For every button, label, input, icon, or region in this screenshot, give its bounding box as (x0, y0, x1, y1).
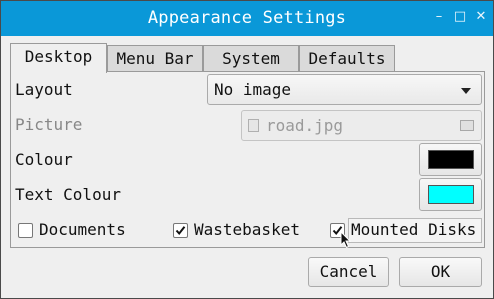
text-colour-label: Text Colour (15, 185, 121, 204)
cancel-button[interactable]: Cancel (308, 257, 389, 287)
colour-label: Colour (15, 150, 73, 169)
documents-label[interactable]: Documents (39, 220, 126, 239)
title-bar[interactable]: Appearance Settings – □ ✕ (1, 1, 493, 36)
mouse-cursor-icon (340, 231, 352, 249)
colour-picker-button[interactable] (419, 143, 482, 176)
folder-icon (460, 120, 474, 131)
tab-menu-bar[interactable]: Menu Bar (107, 45, 203, 72)
wastebasket-checkbox[interactable] (173, 223, 188, 238)
chevron-down-icon (461, 88, 471, 94)
tab-desktop[interactable]: Desktop (10, 43, 107, 73)
checkmark-icon (175, 226, 186, 236)
mounted-disks-label[interactable]: Mounted Disks (351, 220, 476, 239)
ok-button[interactable]: OK (399, 257, 482, 287)
maximize-icon[interactable]: □ (450, 7, 470, 27)
picture-file-chooser[interactable]: road.jpg (241, 110, 482, 141)
colour-swatch (428, 150, 474, 169)
close-icon[interactable]: ✕ (471, 7, 491, 27)
text-colour-swatch (428, 185, 474, 204)
wastebasket-label[interactable]: Wastebasket (194, 220, 300, 239)
documents-checkbox[interactable] (18, 223, 33, 238)
appearance-settings-window: Appearance Settings – □ ✕ Desktop Menu B… (0, 0, 494, 299)
tab-defaults[interactable]: Defaults (299, 45, 395, 72)
picture-label: Picture (15, 115, 83, 134)
layout-label: Layout (15, 80, 73, 99)
minimize-icon[interactable]: – (429, 7, 449, 27)
layout-selected-value: No image (214, 80, 292, 99)
window-title: Appearance Settings (147, 8, 347, 28)
file-icon (248, 119, 259, 132)
picture-filename: road.jpg (266, 116, 344, 135)
text-colour-picker-button[interactable] (419, 178, 482, 211)
tab-system[interactable]: System (203, 45, 299, 72)
layout-dropdown[interactable]: No image (207, 74, 482, 105)
